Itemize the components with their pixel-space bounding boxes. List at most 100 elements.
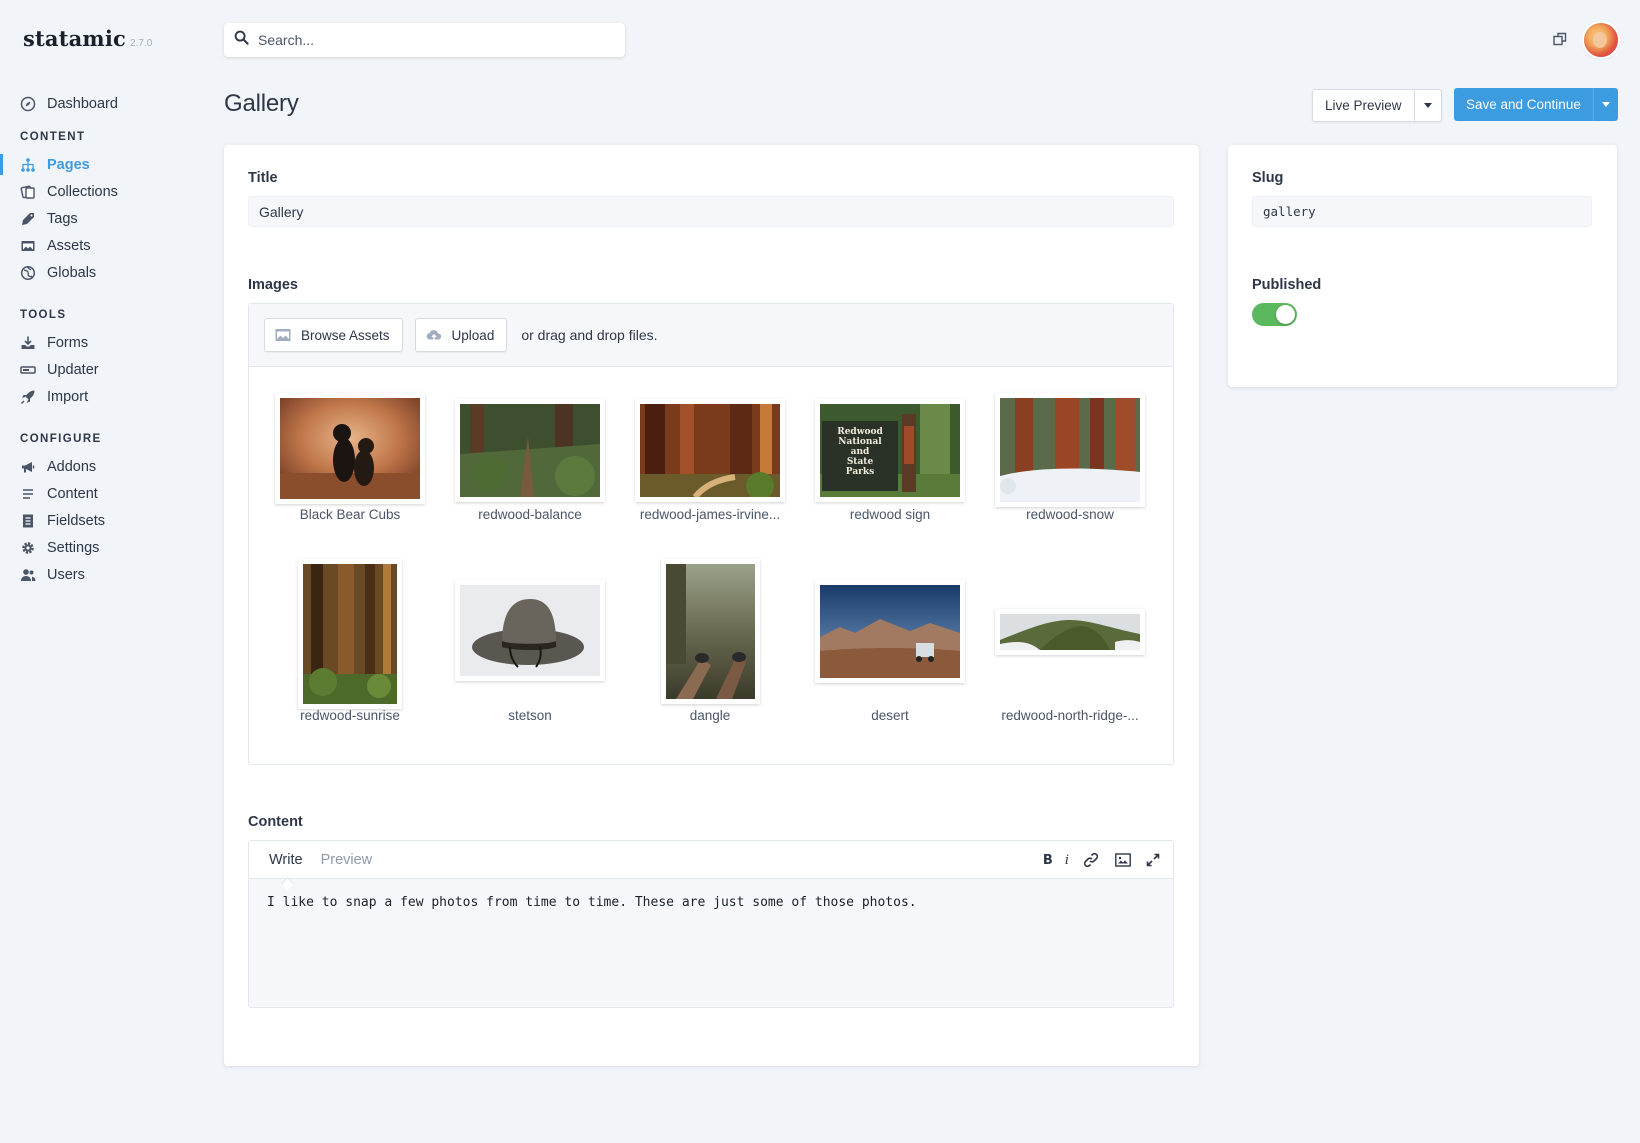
sidebar-item-pages[interactable]: Pages <box>0 151 210 178</box>
images-label: Images <box>248 277 298 293</box>
asset-name: redwood-james-irvine... <box>639 507 781 522</box>
asset-name: Black Bear Cubs <box>299 507 401 522</box>
live-preview-dropdown[interactable] <box>1415 90 1441 121</box>
title-label: Title <box>248 170 278 186</box>
sidebar-item-fieldsets[interactable]: Fieldsets <box>0 507 210 534</box>
italic-button[interactable]: i <box>1065 853 1069 868</box>
external-window-icon[interactable] <box>1552 31 1568 47</box>
sidebar-item-globals[interactable]: Globals <box>0 259 210 286</box>
sidebar-item-label: Fieldsets <box>47 512 106 529</box>
sidebar-item-collections[interactable]: Collections <box>0 178 210 205</box>
slug-input[interactable]: gallery <box>1252 196 1592 227</box>
live-preview-button-group: Live Preview <box>1312 89 1442 122</box>
svg-text:State: State <box>847 457 874 467</box>
sidebar-item-label: Globals <box>47 264 97 281</box>
editor-toolbar: B i <box>1029 852 1161 868</box>
slug-label: Slug <box>1252 170 1284 186</box>
markdown-editor: Write Preview B i I like to snap a few p… <box>248 840 1174 1008</box>
asset-thumbnail <box>275 393 425 504</box>
asset-thumbnail <box>995 393 1145 507</box>
asset-thumbnail <box>455 580 605 681</box>
tab-write[interactable]: Write <box>269 852 303 868</box>
tab-preview[interactable]: Preview <box>321 852 373 868</box>
sidebar-item-updater[interactable]: Updater <box>0 356 210 383</box>
search-bar[interactable] <box>224 23 625 57</box>
sidebar-item-assets[interactable]: Assets <box>0 232 210 259</box>
asset-name: redwood-north-ridge-... <box>1001 708 1139 723</box>
editor-tabs: Write Preview B i <box>249 841 1173 879</box>
user-avatar[interactable] <box>1584 23 1618 57</box>
bold-button[interactable]: B <box>1043 853 1053 868</box>
sidebar-item-label: Dashboard <box>47 95 118 112</box>
chevron-down-icon <box>1423 103 1432 108</box>
sidebar-item-label: Forms <box>47 334 89 351</box>
svg-text:Redwood: Redwood <box>837 427 883 437</box>
save-dropdown[interactable] <box>1594 88 1618 121</box>
asset-name: redwood-balance <box>478 507 582 522</box>
collections-icon <box>20 184 36 200</box>
title-input[interactable]: Gallery <box>248 196 1174 227</box>
sidebar-item-label: Users <box>47 566 85 583</box>
asset-thumbnail <box>815 580 965 683</box>
insert-image-icon[interactable] <box>1115 852 1131 868</box>
svg-text:and: and <box>851 447 870 457</box>
asset-name: stetson <box>508 708 552 723</box>
link-icon[interactable] <box>1083 852 1099 868</box>
editor-textarea[interactable]: I like to snap a few photos from time to… <box>249 879 1173 1007</box>
sidebar-item-label: Import <box>47 388 89 405</box>
published-label: Published <box>1252 277 1322 293</box>
upload-label: Upload <box>451 327 495 343</box>
save-and-continue-button[interactable]: Save and Continue <box>1454 88 1594 121</box>
sidebar-item-dashboard[interactable]: Dashboard <box>0 90 210 117</box>
sidebar-nav: Dashboard CONTENT Pages Collections Tags… <box>0 90 210 588</box>
asset-name: redwood sign <box>849 507 931 522</box>
search-input[interactable] <box>258 32 598 48</box>
assets-field: Browse Assets Upload or drag and drop fi… <box>248 303 1174 765</box>
asset-name: dangle <box>689 708 731 723</box>
svg-text:National: National <box>838 437 882 447</box>
sidebar-item-addons[interactable]: Addons <box>0 453 210 480</box>
asset-thumbnail: Redwood National and State Parks <box>815 399 965 502</box>
sidebar-item-label: Tags <box>47 210 78 227</box>
upload-button[interactable]: Upload <box>414 318 508 352</box>
app-version: 2.7.0 <box>130 38 153 49</box>
sidebar-item-users[interactable]: Users <box>0 561 210 588</box>
content-label: Content <box>248 814 303 830</box>
sidebar-item-content[interactable]: Content <box>0 480 210 507</box>
sidebar-item-tags[interactable]: Tags <box>0 205 210 232</box>
toggle-knob <box>1276 305 1295 324</box>
users-icon <box>20 567 36 583</box>
sidebar-item-label: Collections <box>47 183 118 200</box>
asset-thumbnail <box>660 559 760 704</box>
asset-thumbnail <box>298 559 402 709</box>
sitemap-icon <box>20 157 36 173</box>
image-icon <box>275 329 291 341</box>
sidebar-item-label: Updater <box>47 361 99 378</box>
meta-card: Slug gallery Published <box>1228 145 1617 387</box>
svg-text:Parks: Parks <box>846 467 874 477</box>
live-preview-button[interactable]: Live Preview <box>1313 90 1415 121</box>
globe-icon <box>20 265 36 281</box>
published-toggle[interactable] <box>1252 303 1297 326</box>
updater-icon <box>20 362 36 378</box>
sidebar-item-forms[interactable]: Forms <box>0 329 210 356</box>
cloud-upload-icon <box>426 330 441 341</box>
browse-assets-button[interactable]: Browse Assets <box>264 318 403 352</box>
inbox-icon <box>20 335 36 351</box>
app-logo[interactable]: statamic 2.7.0 <box>23 26 152 51</box>
lines-icon <box>20 486 36 502</box>
sidebar-item-label: Settings <box>47 539 100 556</box>
megaphone-icon <box>20 459 36 475</box>
compass-icon <box>20 96 36 112</box>
fullscreen-icon[interactable] <box>1145 852 1161 868</box>
asset-name: redwood-snow <box>1026 507 1114 522</box>
document-icon <box>20 513 36 529</box>
sidebar-item-import[interactable]: Import <box>0 383 210 410</box>
asset-thumbnail <box>635 399 785 502</box>
save-button-group: Save and Continue <box>1454 88 1618 121</box>
app-name: statamic <box>23 26 127 51</box>
asset-name: desert <box>871 708 909 723</box>
sidebar-item-settings[interactable]: Settings <box>0 534 210 561</box>
publish-form-card: Title Gallery Images Browse Assets Uploa… <box>224 145 1199 1066</box>
asset-thumbnail <box>455 399 605 502</box>
